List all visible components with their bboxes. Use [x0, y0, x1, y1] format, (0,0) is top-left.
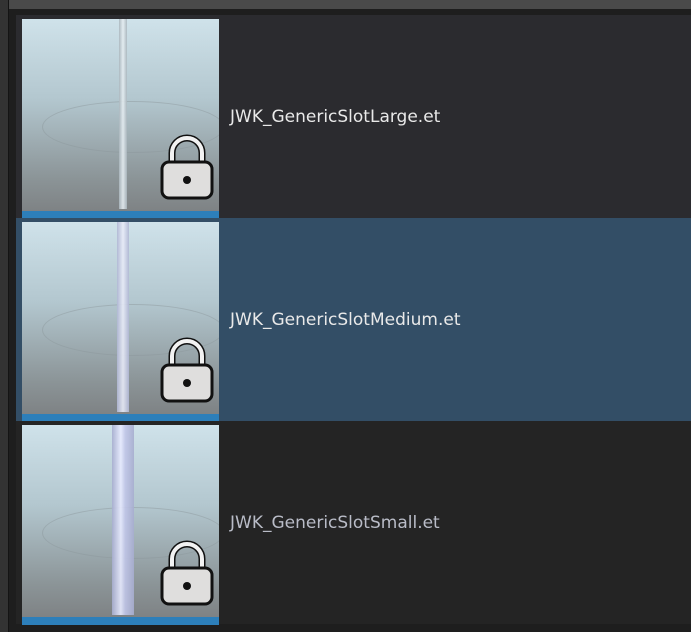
asset-name: JWK_GenericSlotLarge.et: [230, 106, 441, 127]
asset-thumbnail: [22, 425, 219, 625]
lock-icon: [160, 540, 214, 606]
list-item-selected[interactable]: JWK_GenericSlotMedium.et: [16, 218, 691, 422]
asset-thumbnail: [22, 222, 219, 422]
water-jet: [117, 222, 129, 412]
top-border: [0, 0, 691, 9]
asset-name: JWK_GenericSlotMedium.et: [230, 309, 461, 330]
asset-name: JWK_GenericSlotSmall.et: [230, 512, 440, 533]
list-item[interactable]: JWK_GenericSlotLarge.et: [16, 15, 691, 219]
asset-list: JWK_GenericSlotLarge.et JWK_GenericSlotM…: [16, 15, 691, 626]
thumbnail-status-bar: [22, 617, 219, 625]
left-border: [0, 0, 9, 632]
asset-browser: JWK_GenericSlotLarge.et JWK_GenericSlotM…: [0, 0, 691, 632]
water-jet: [119, 19, 127, 209]
lock-icon: [160, 134, 214, 200]
lock-icon: [160, 337, 214, 403]
list-item[interactable]: JWK_GenericSlotSmall.et: [16, 421, 691, 625]
water-jet: [112, 425, 134, 615]
asset-thumbnail: [22, 19, 219, 219]
